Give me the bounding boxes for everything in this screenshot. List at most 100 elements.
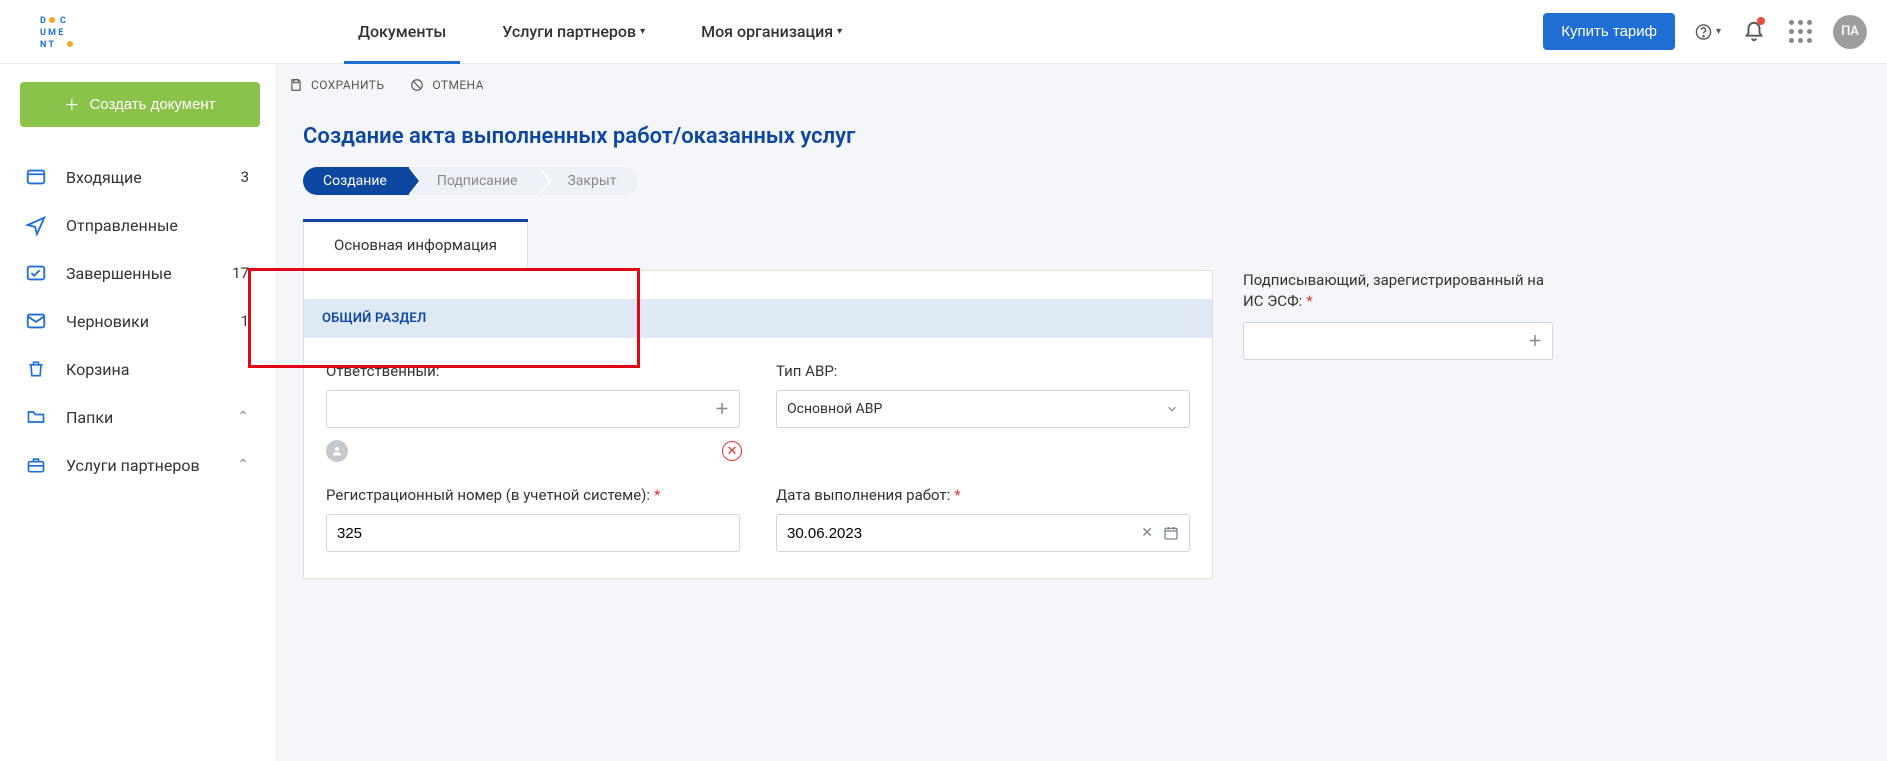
clear-date-icon[interactable]: ✕	[1141, 525, 1153, 541]
step-closed[interactable]: Закрыт	[539, 167, 638, 195]
buy-label: Купить тариф	[1561, 23, 1657, 40]
required-mark: *	[1306, 292, 1312, 310]
buy-tariff-button[interactable]: Купить тариф	[1543, 13, 1675, 50]
field-label: Ответственный:	[326, 362, 740, 380]
responsible-text[interactable]	[337, 401, 715, 418]
sidebar-item-sent[interactable]: Отправленные	[20, 201, 263, 249]
step-create[interactable]: Создание	[303, 167, 409, 195]
responsible-input[interactable]: ＋	[326, 390, 740, 428]
save-button[interactable]: СОХРАНИТЬ	[289, 78, 384, 92]
chevron-down-icon: ▾	[1716, 26, 1721, 37]
sidebar: ＋ Создать документ Входящие 3 Отправленн…	[0, 64, 275, 761]
nav-label: Услуги партнеров	[502, 22, 636, 41]
sidebar-item-partner-services[interactable]: Услуги партнеров ⌃	[20, 441, 263, 489]
section-general-header: ОБЩИЙ РАЗДЕЛ	[304, 299, 1212, 338]
nav-partners[interactable]: Услуги партнеров ▾	[474, 0, 673, 64]
tab-bar: Основная информация	[303, 219, 1887, 270]
page-title: Создание акта выполненных работ/оказанны…	[303, 124, 1887, 149]
required-mark: *	[954, 486, 960, 504]
sidebar-count: 17	[232, 264, 249, 282]
cancel-button[interactable]: ОТМЕНА	[410, 78, 483, 92]
tab-main-info[interactable]: Основная информация	[303, 219, 528, 270]
nav-label: Моя организация	[701, 22, 833, 41]
person-icon	[326, 440, 348, 462]
notification-dot	[1757, 17, 1765, 25]
sidebar-item-inbox[interactable]: Входящие 3	[20, 153, 263, 201]
create-label: Создать документ	[89, 96, 215, 113]
sent-icon	[24, 213, 48, 237]
chevron-down-icon: ▾	[640, 26, 645, 37]
trash-icon	[24, 357, 48, 381]
nav-documents[interactable]: Документы	[330, 0, 474, 64]
main-nav: Документы Услуги партнеров ▾ Моя организ…	[330, 0, 870, 64]
sidebar-count: 3	[241, 168, 249, 186]
svg-text:C: C	[60, 16, 66, 26]
sidebar-label: Услуги партнеров	[66, 456, 237, 475]
sidebar-count: 1	[241, 312, 249, 330]
avr-type-select[interactable]: Основной АВР	[776, 390, 1190, 428]
plus-icon[interactable]: ＋	[1528, 331, 1542, 351]
select-value: Основной АВР	[787, 401, 882, 417]
field-label: Регистрационный номер (в учетной системе…	[326, 486, 740, 504]
sidebar-item-trash[interactable]: Корзина	[20, 345, 263, 393]
field-responsible: Ответственный: ＋	[326, 362, 740, 428]
sidebar-label: Папки	[66, 408, 237, 427]
create-document-button[interactable]: ＋ Создать документ	[20, 82, 260, 127]
reg-number-text[interactable]	[337, 525, 729, 542]
chevron-up-icon: ⌃	[237, 457, 249, 473]
assignee-chip-row: ✕	[326, 440, 1190, 462]
sidebar-label: Черновики	[66, 312, 241, 331]
step-indicator: Создание Подписание Закрыт	[303, 167, 1887, 195]
signer-label: Подписывающий, зарегистрированный на ИС …	[1243, 270, 1553, 312]
field-label: Дата выполнения работ:*	[776, 486, 1190, 504]
sidebar-item-folders[interactable]: Папки ⌃	[20, 393, 263, 441]
field-avr-type: Тип АВР: Основной АВР	[776, 362, 1190, 428]
svg-text:N T: N T	[40, 40, 54, 50]
main-content: СОХРАНИТЬ ОТМЕНА Создание акта выполненн…	[275, 64, 1887, 761]
sidebar-label: Корзина	[66, 360, 255, 379]
chevron-up-icon: ⌃	[237, 409, 249, 425]
apps-grid-icon[interactable]	[1787, 19, 1813, 45]
plus-icon[interactable]: ＋	[715, 399, 729, 419]
svg-text:D: D	[40, 16, 46, 26]
sidebar-label: Входящие	[66, 168, 241, 187]
signer-input[interactable]: ＋	[1243, 322, 1553, 360]
calendar-icon[interactable]	[1163, 525, 1179, 541]
sidebar-item-completed[interactable]: Завершенные 17	[20, 249, 263, 297]
briefcase-icon	[24, 453, 48, 477]
inbox-icon	[24, 165, 48, 189]
step-sign[interactable]: Подписание	[409, 167, 540, 195]
header: D C U M E N T L G Документы Услуги партн…	[0, 0, 1887, 64]
chevron-down-icon: ▾	[837, 26, 842, 37]
avatar[interactable]: ПА	[1833, 15, 1867, 49]
work-date-input[interactable]: ✕	[776, 514, 1190, 552]
remove-assignee-button[interactable]: ✕	[722, 441, 742, 461]
save-label: СОХРАНИТЬ	[311, 78, 384, 92]
nav-label: Документы	[358, 22, 446, 41]
action-toolbar: СОХРАНИТЬ ОТМЕНА	[275, 64, 1887, 106]
nav-organization[interactable]: Моя организация ▾	[673, 0, 870, 64]
notification-bell-icon[interactable]	[1741, 19, 1767, 45]
chevron-down-icon	[1165, 402, 1179, 416]
sidebar-item-drafts[interactable]: Черновики 1	[20, 297, 263, 345]
cancel-label: ОТМЕНА	[432, 78, 483, 92]
right-panel: Подписывающий, зарегистрированный на ИС …	[1243, 270, 1553, 360]
sidebar-label: Завершенные	[66, 264, 232, 283]
svg-text:U M E: U M E	[40, 28, 63, 38]
avatar-initials: ПА	[1841, 24, 1859, 39]
field-label: Тип АВР:	[776, 362, 1190, 380]
sidebar-label: Отправленные	[66, 216, 255, 235]
reg-number-input[interactable]	[326, 514, 740, 552]
plus-icon: ＋	[64, 94, 79, 115]
form-panel: ОБЩИЙ РАЗДЕЛ Ответственный: ＋ Тип АВР: О…	[303, 270, 1213, 579]
completed-icon	[24, 261, 48, 285]
work-date-text[interactable]	[787, 525, 1141, 542]
field-work-date: Дата выполнения работ:* ✕	[776, 486, 1190, 552]
required-mark: *	[654, 486, 660, 504]
folder-icon	[24, 405, 48, 429]
logo[interactable]: D C U M E N T L G	[40, 12, 90, 52]
tab-label: Основная информация	[334, 236, 497, 254]
help-menu[interactable]: ▾	[1695, 19, 1721, 45]
field-reg-number: Регистрационный номер (в учетной системе…	[326, 486, 740, 552]
drafts-icon	[24, 309, 48, 333]
